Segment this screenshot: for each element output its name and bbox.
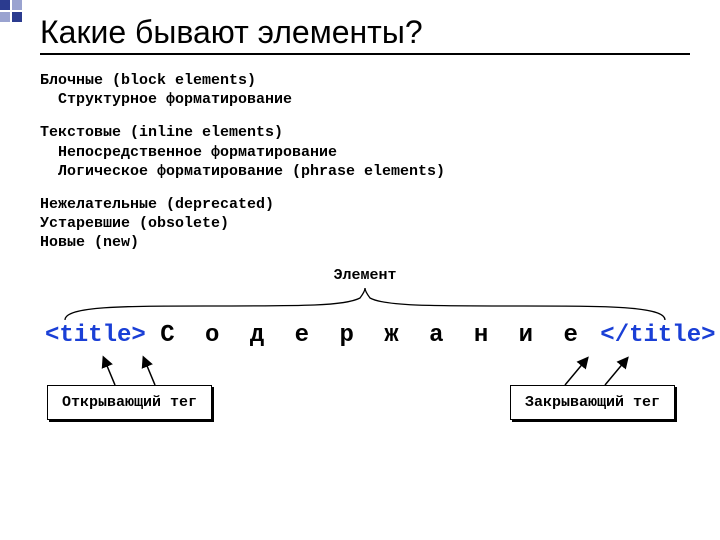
deprecated-line: Нежелательные (deprecated) [40, 195, 690, 214]
group-block-elements: Блочные (block elements) Структурное фор… [40, 71, 690, 109]
tag-content: С о д е р ж а н и е [160, 322, 586, 349]
group2-sub1: Непосредственное форматирование [58, 143, 690, 162]
box-opening-tag: Открывающий тег [47, 385, 212, 420]
page-title: Какие бывают элементы? [40, 14, 690, 51]
curly-brace-icon [45, 286, 685, 322]
group2-heading: Текстовые (inline elements) [40, 123, 690, 142]
example-tag-line: <title> С о д е р ж а н и е </title> [45, 322, 685, 349]
element-diagram: <title> С о д е р ж а н и е </title> Отк… [45, 286, 685, 433]
box-closing-tag: Закрывающий тег [510, 385, 675, 420]
group-inline-elements: Текстовые (inline elements) Непосредстве… [40, 123, 690, 181]
title-underline [40, 53, 690, 55]
close-tag: </title> [600, 322, 715, 349]
new-line: Новые (new) [40, 233, 690, 252]
open-tag: <title> [45, 322, 146, 349]
group2-sub2: Логическое форматирование (phrase elemen… [58, 162, 690, 181]
group-status: Нежелательные (deprecated) Устаревшие (o… [40, 195, 690, 253]
group1-heading: Блочные (block elements) [40, 71, 690, 90]
element-label: Элемент [40, 267, 690, 284]
arrows-icon [45, 355, 685, 389]
corner-decoration [0, 0, 24, 40]
obsolete-line: Устаревшие (obsolete) [40, 214, 690, 233]
group1-sub1: Структурное форматирование [58, 90, 690, 109]
